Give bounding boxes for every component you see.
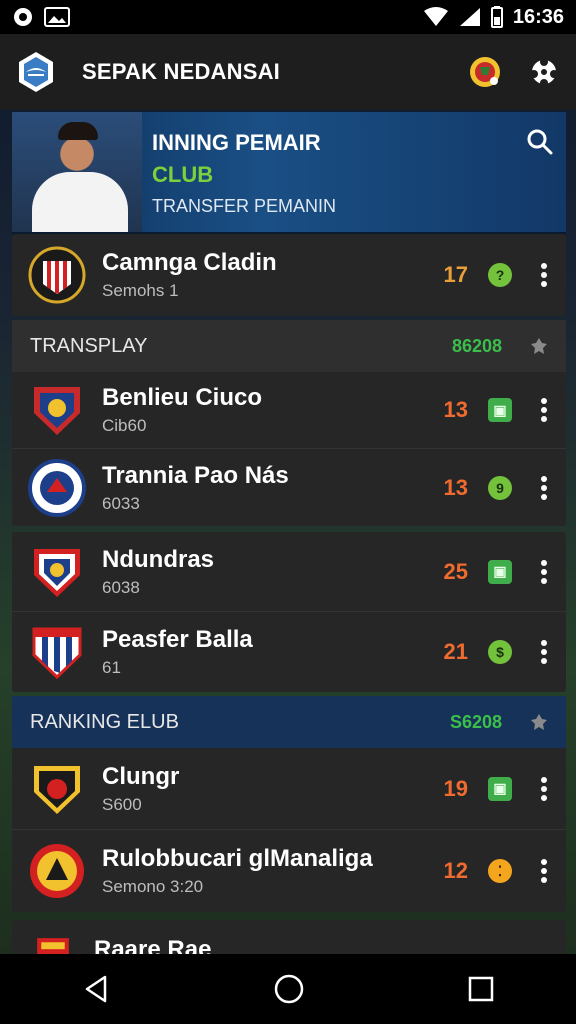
section-title: TRANSPLAY	[30, 334, 148, 357]
club-crest-icon	[28, 458, 86, 517]
club-name: Raare Rae	[94, 936, 212, 954]
club-crest-icon	[34, 765, 80, 814]
settings-icon[interactable]	[528, 56, 560, 88]
more-options-icon[interactable]	[536, 559, 552, 584]
club-card: Camnga Cladin Semohs 1 17 ?	[12, 234, 566, 316]
club-crest-icon	[32, 627, 82, 680]
club-crest-icon	[34, 387, 80, 435]
club-name: Benlieu Ciuco	[102, 384, 263, 411]
section-clubs: Ndundras 6038 25 ▣ Peasfer Balla 61 21 $	[12, 532, 566, 692]
club-score: 13	[443, 397, 468, 422]
status-badge: ▣	[488, 398, 512, 422]
club-score: 21	[443, 639, 468, 664]
navigation-bar	[0, 954, 576, 1024]
list-item[interactable]: Rulobbucari glManaliga Semono 3:20 12 ⁚	[12, 830, 566, 912]
club-subtitle: 61	[102, 658, 121, 677]
settings-icon[interactable]	[530, 337, 548, 355]
status-badge: ⁚	[488, 859, 512, 883]
club-name: Peasfer Balla	[102, 626, 253, 653]
status-badge: ▣	[488, 776, 512, 801]
app-logo-icon[interactable]	[16, 50, 56, 94]
status-badge: ▣	[488, 559, 512, 584]
club-crest-icon	[34, 548, 80, 597]
banner-subtitle: TRANSFER PEMANIN	[152, 196, 337, 216]
club-name: Camnga Cladin	[102, 249, 277, 276]
banner-title: INNING PEMAIR	[152, 130, 321, 155]
home-icon[interactable]	[273, 973, 305, 1005]
section-value: S6208	[449, 711, 502, 732]
club-score: 12	[443, 858, 468, 883]
club-subtitle: 6038	[102, 577, 140, 597]
club-card-partial: Raare Rae	[12, 920, 566, 954]
settings-icon[interactable]	[530, 713, 548, 731]
player-photo	[12, 112, 142, 232]
list-item[interactable]: Benlieu Ciuco Cib60 13 ▣	[12, 372, 566, 449]
back-icon[interactable]	[81, 974, 111, 1004]
status-bar: 16:36	[0, 0, 576, 34]
more-options-icon[interactable]	[536, 475, 552, 500]
list-item[interactable]: Peasfer Balla 61 21 $	[12, 612, 566, 692]
list-item[interactable]: Trannia Pao Nás 6033 13 9	[12, 449, 566, 526]
battery-icon	[490, 6, 503, 28]
club-subtitle: S600	[102, 794, 142, 814]
banner-club: CLUB	[152, 162, 214, 187]
recents-icon[interactable]	[467, 975, 495, 1003]
app-bar: SEPAK NEDANSAI	[0, 34, 576, 110]
more-options-icon[interactable]	[536, 398, 552, 422]
club-name: Clungr	[102, 762, 180, 790]
club-subtitle: Semohs 1	[102, 281, 179, 300]
club-subtitle: 6033	[102, 493, 140, 513]
section-title: RANKING ELUB	[30, 710, 179, 733]
club-subtitle: Cib60	[102, 416, 147, 435]
search-icon[interactable]	[526, 128, 554, 156]
more-options-icon[interactable]	[536, 776, 552, 801]
signal-icon	[459, 8, 480, 26]
trophy-icon[interactable]	[468, 55, 502, 89]
club-name: Trannia Pao Nás	[102, 461, 289, 489]
status-badge: 9	[488, 475, 512, 500]
list-item[interactable]: Camnga Cladin Semohs 1 17 ?	[12, 234, 566, 316]
club-score: 25	[443, 558, 468, 584]
club-score: 13	[443, 474, 468, 500]
status-badge: $	[488, 640, 512, 664]
more-options-icon[interactable]	[536, 859, 552, 883]
app-title: SEPAK NEDANSAI	[82, 59, 280, 84]
list-item[interactable]: Ndundras 6038 25 ▣	[12, 532, 566, 612]
club-score: 19	[443, 775, 468, 801]
more-options-icon[interactable]	[536, 640, 552, 664]
section-header: TRANSPLAY 86208	[12, 320, 566, 372]
club-score: 17	[443, 262, 468, 287]
featured-banner[interactable]: INNING PEMAIR CLUB TRANSFER PEMANIN	[12, 112, 566, 235]
club-crest-icon	[37, 938, 69, 954]
club-name: Rulobbucari glManaliga	[102, 845, 373, 872]
clock: 16:36	[512, 5, 564, 28]
list-item[interactable]: Clungr S600 19 ▣	[12, 748, 566, 830]
club-crest-icon	[28, 246, 86, 304]
section-header: RANKING ELUB S6208	[12, 696, 566, 748]
club-crest-icon	[30, 844, 84, 898]
status-badge: ?	[488, 263, 512, 287]
section-value: 86208	[451, 335, 502, 356]
list-item[interactable]: Raare Rae	[12, 920, 566, 954]
wifi-icon	[423, 7, 448, 26]
image-icon	[44, 7, 70, 27]
club-subtitle: Semono 3:20	[102, 877, 204, 896]
section-ranking: RANKING ELUB S6208 Clungr S600 19 ▣ Rulo…	[12, 696, 566, 912]
more-options-icon[interactable]	[536, 263, 552, 287]
club-name: Ndundras	[102, 545, 215, 573]
section-transplay: TRANSPLAY 86208 Benlieu Ciuco Cib60 13 ▣…	[12, 320, 566, 526]
notification-icon	[14, 8, 32, 26]
